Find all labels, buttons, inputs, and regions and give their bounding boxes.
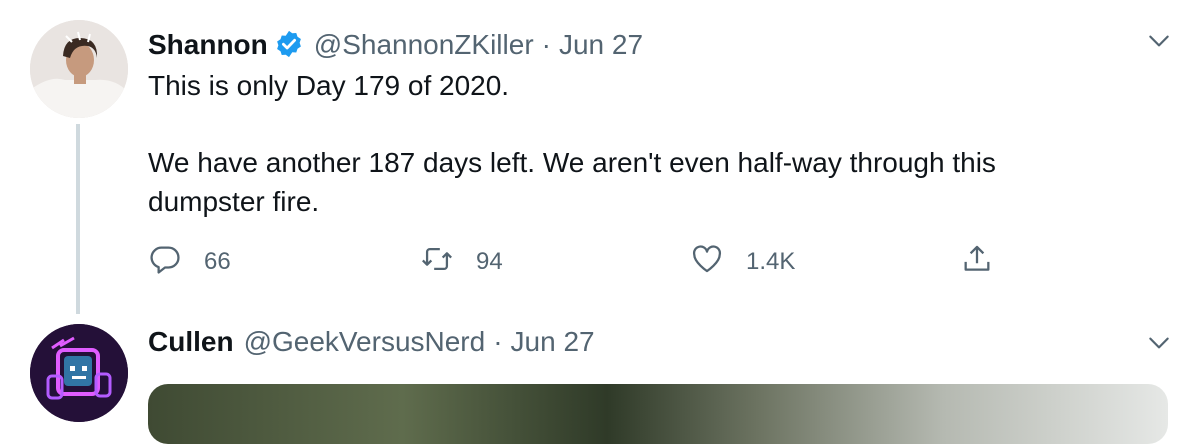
tweet-text: This is only Day 179 of 2020. We have an… (148, 66, 1108, 221)
tweet-actions: 66 94 1.4K (148, 242, 1008, 282)
avatar[interactable] (30, 20, 128, 118)
thread-line (76, 124, 80, 314)
reply-count: 66 (204, 248, 231, 275)
like-button[interactable]: 1.4K (690, 242, 795, 282)
tweet-text-line: This is only Day 179 of 2020. (148, 70, 510, 101)
verified-badge-icon (274, 29, 304, 59)
chevron-down-icon[interactable] (1146, 28, 1172, 54)
share-icon (960, 242, 994, 283)
retweet-button[interactable]: 94 (420, 242, 503, 282)
tweet-header: Shannon @ShannonZKiller · Jun 27 (148, 24, 643, 61)
separator-dot: · (541, 29, 551, 60)
tweet-date[interactable]: Jun 27 (559, 29, 643, 61)
separator-dot: · (493, 326, 503, 357)
retweet-icon (420, 242, 454, 283)
tweet[interactable]: Cullen @GeekVersusNerd · Jun 27 (0, 318, 1196, 444)
share-button[interactable] (960, 242, 994, 282)
tweet-text-line: We have another 187 days left. We aren't… (148, 147, 996, 178)
retweet-count: 94 (476, 248, 503, 275)
display-name[interactable]: Cullen (148, 326, 234, 358)
like-count: 1.4K (746, 248, 796, 275)
display-name[interactable]: Shannon (148, 29, 268, 61)
tweet-media-image[interactable] (148, 384, 1168, 444)
heart-icon (690, 242, 724, 283)
tweet-header: Cullen @GeekVersusNerd · Jun 27 (148, 326, 595, 358)
chevron-down-icon[interactable] (1146, 330, 1172, 356)
tweet-date[interactable]: Jun 27 (511, 326, 595, 358)
tweet[interactable]: Shannon @ShannonZKiller · Jun 27 This is… (0, 0, 1196, 318)
user-handle[interactable]: @GeekVersusNerd (244, 326, 486, 358)
reply-icon (148, 242, 182, 283)
user-handle[interactable]: @ShannonZKiller (314, 29, 534, 61)
avatar[interactable] (30, 324, 128, 422)
tweet-text-line: dumpster fire. (148, 186, 320, 217)
reply-button[interactable]: 66 (148, 242, 231, 282)
